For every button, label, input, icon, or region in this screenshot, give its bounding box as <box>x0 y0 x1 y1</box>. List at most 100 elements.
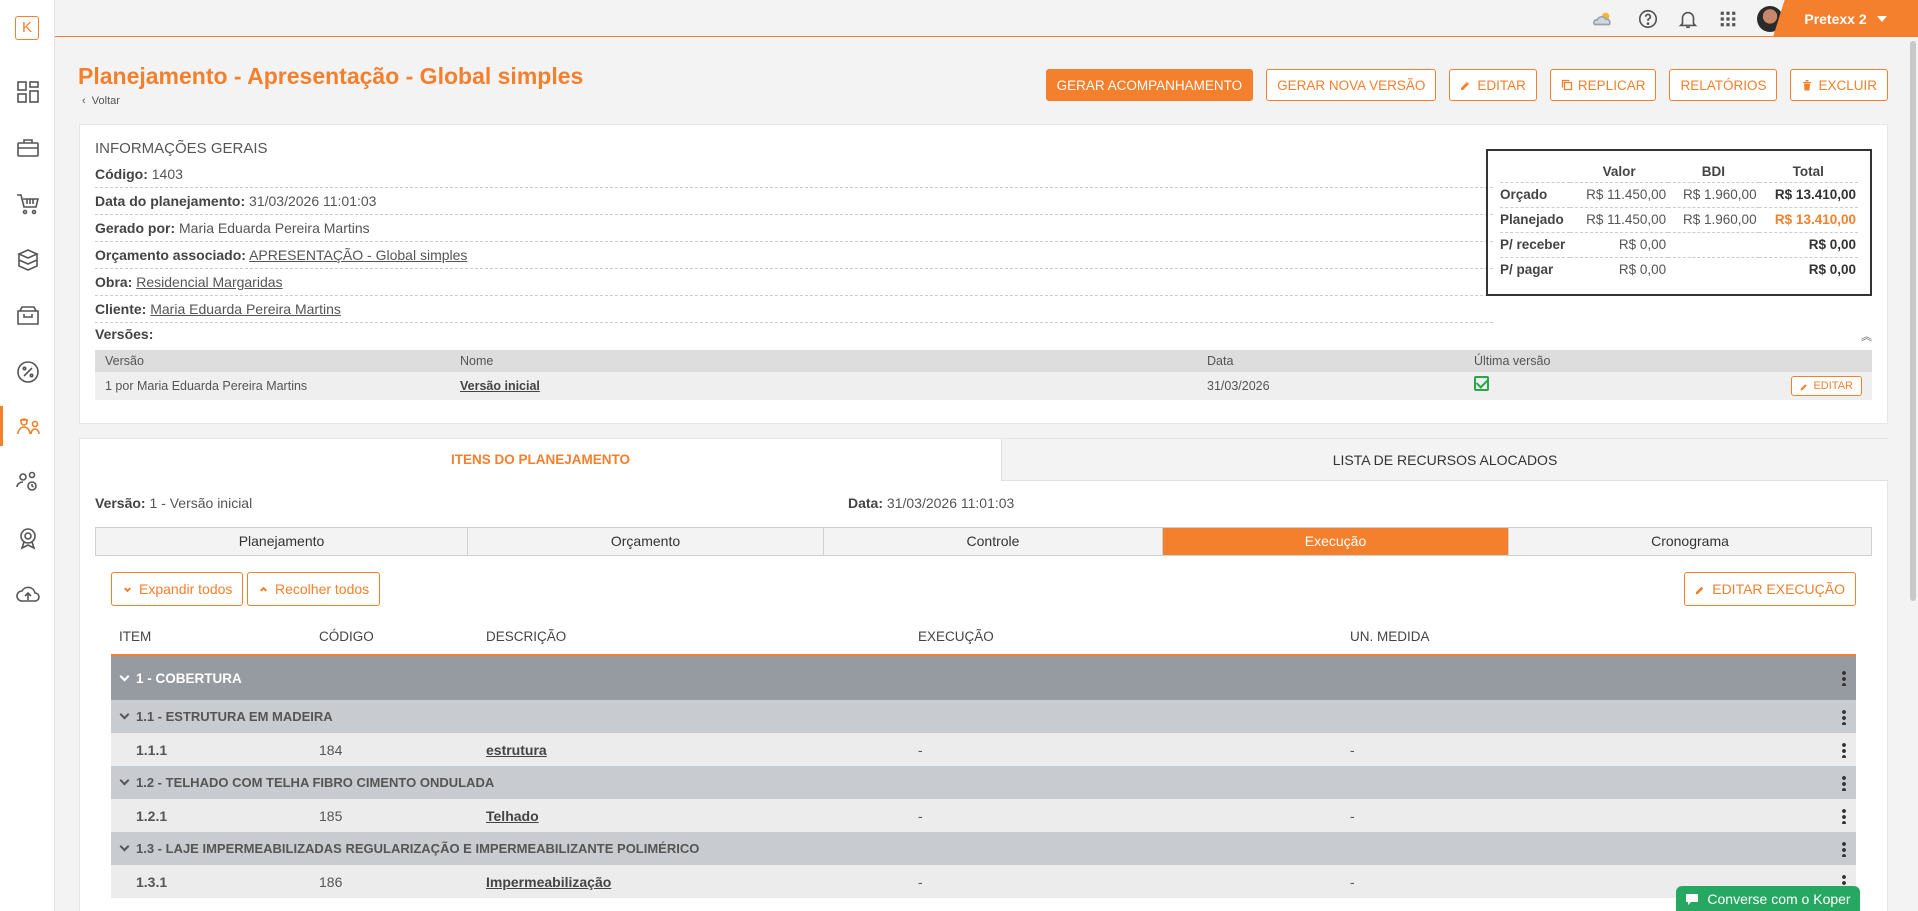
chevron-down-icon <box>124 586 131 592</box>
version-latest-cell: EDITAR <box>1464 372 1872 400</box>
summary-total: R$ 13.410,00 <box>1758 206 1858 232</box>
briefcase-icon[interactable] <box>0 128 55 168</box>
help-icon[interactable] <box>1637 8 1659 30</box>
edit-execution-button[interactable]: EDITAR EXECUÇÃO <box>1684 572 1856 606</box>
back-link[interactable]: ‹ Voltar <box>82 95 120 107</box>
chat-label: Converse com o Koper <box>1707 890 1851 907</box>
general-info-heading: INFORMAÇÕES GERAIS <box>95 140 268 157</box>
row-menu[interactable] <box>1782 733 1856 766</box>
item-description-link[interactable]: estrutura <box>486 742 547 758</box>
client-link[interactable]: Maria Eduarda Pereira Martins <box>150 301 341 317</box>
summary-value: R$ 0,00 <box>1570 256 1669 282</box>
summary-blank-header <box>1500 161 1570 182</box>
scrollbar[interactable] <box>1908 37 1918 911</box>
version-cell: 1 por Maria Eduarda Pereira Martins <box>95 372 450 400</box>
client-label: Cliente: <box>95 301 147 317</box>
generate-tracking-button[interactable]: GERAR ACOMPANHAMENTO <box>1045 69 1254 101</box>
kebab-menu-icon[interactable] <box>1842 708 1846 725</box>
summary-total: R$ 13.410,00 <box>1758 181 1858 207</box>
kebab-menu-icon[interactable] <box>1842 774 1846 791</box>
execution-items-table: ITEM CÓDIGO DESCRIÇÃO EXECUÇÃO UN. MEDID… <box>111 619 1856 898</box>
row-menu[interactable] <box>1782 655 1856 700</box>
row-menu[interactable] <box>1782 832 1856 865</box>
work-link[interactable]: Residencial Margaridas <box>136 274 282 290</box>
chevron-down-icon[interactable] <box>119 841 130 852</box>
pencil-icon <box>1801 383 1808 390</box>
folder-icon[interactable] <box>0 296 55 336</box>
row-menu[interactable] <box>1782 700 1856 733</box>
summary-label: Orçado <box>1500 181 1570 207</box>
budget-link[interactable]: APRESENTAÇÃO - Global simples <box>249 247 467 263</box>
cloud-upload-icon[interactable] <box>0 574 55 614</box>
scrollbar-thumb[interactable] <box>1910 41 1916 601</box>
reports-button[interactable]: RELATÓRIOS <box>1669 69 1778 101</box>
version-name-link[interactable]: Versão inicial <box>460 379 540 393</box>
budget-label: Orçamento associado: <box>95 247 246 263</box>
edit-label: EDITAR <box>1477 77 1526 93</box>
version-meta-value: 1 - Versão inicial <box>149 495 253 511</box>
subtab-controle[interactable]: Controle <box>824 528 1163 555</box>
people-search-icon[interactable] <box>0 462 55 502</box>
subtab-planejamento[interactable]: Planejamento <box>96 528 468 555</box>
tab-resources[interactable]: LISTA DE RECURSOS ALOCADOS <box>1002 439 1888 481</box>
weather-icon[interactable] <box>1585 8 1619 30</box>
subgroup-row[interactable]: 1.1 - ESTRUTURA EM MADEIRA <box>111 700 1856 733</box>
engineer-icon[interactable] <box>0 406 55 446</box>
topbar: Pretexx 2 <box>55 0 1918 37</box>
collapse-all-button[interactable]: Recolher todos <box>247 572 381 606</box>
chat-button[interactable]: Converse com o Koper <box>1676 886 1860 911</box>
col-execution: EXECUÇÃO <box>910 619 1342 656</box>
app-logo[interactable]: K <box>15 16 39 40</box>
item-description-link[interactable]: Telhado <box>486 808 539 824</box>
version-meta-label: Versão: <box>95 495 146 511</box>
kebab-menu-icon[interactable] <box>1842 840 1846 857</box>
new-version-button[interactable]: GERAR NOVA VERSÃO <box>1266 69 1437 101</box>
summary-row: P/ pagar R$ 0,00 R$ 0,00 <box>1500 256 1858 282</box>
item-row: 1.3.1 186 Impermeabilização - - <box>111 865 1856 898</box>
edit-button[interactable]: EDITAR <box>1449 69 1537 101</box>
expand-all-button[interactable]: Expandir todos <box>111 572 244 606</box>
boxes-icon[interactable] <box>0 240 55 280</box>
item-code: 184 <box>311 733 478 766</box>
cart-icon[interactable] <box>0 184 55 224</box>
chevron-up-icon <box>260 586 267 592</box>
financial-summary: Valor BDI Total Orçado R$ 11.450,00 R$ 1… <box>1486 149 1872 296</box>
replicate-button[interactable]: REPLICAR <box>1549 69 1657 101</box>
generated-by-label: Gerado por: <box>95 220 176 236</box>
group-row[interactable]: 1 - COBERTURA <box>111 655 1856 700</box>
award-icon[interactable] <box>0 518 55 558</box>
tab-items[interactable]: ITENS DO PLANEJAMENTO <box>80 439 1002 481</box>
col-latest: Última versão <box>1464 350 1872 372</box>
subgroup-row[interactable]: 1.2 - TELHADO COM TELHA FIBRO CIMENTO ON… <box>111 766 1856 799</box>
col-actions <box>1782 619 1856 656</box>
delete-button[interactable]: EXCLUIR <box>1790 69 1888 101</box>
kebab-menu-icon[interactable] <box>1842 670 1846 687</box>
subgroup-label: 1.3 - LAJE IMPERMEABILIZADAS REGULARIZAÇ… <box>136 841 700 856</box>
summary-total: R$ 0,00 <box>1758 256 1858 282</box>
version-edit-button[interactable]: EDITAR <box>1791 376 1862 396</box>
info-code: Código: 1403 <box>95 161 1493 188</box>
code-label: Código: <box>95 166 148 182</box>
version-date-cell: 31/03/2026 <box>1197 372 1464 400</box>
chevron-down-icon[interactable] <box>119 671 130 681</box>
bell-icon[interactable] <box>1677 8 1699 30</box>
chevron-down-icon[interactable] <box>119 709 130 720</box>
subtab-orcamento[interactable]: Orçamento <box>468 528 824 555</box>
item-number: 1.2.1 <box>111 799 311 832</box>
item-description-link[interactable]: Impermeabilização <box>486 874 611 890</box>
subtabs: Planejamento Orçamento Controle Execução… <box>95 527 1872 556</box>
apps-grid-icon[interactable] <box>1717 8 1739 30</box>
subgroup-row[interactable]: 1.3 - LAJE IMPERMEABILIZADAS REGULARIZAÇ… <box>111 832 1856 865</box>
chevron-double-up-icon[interactable]: ︽ <box>1861 328 1872 344</box>
dashboard-icon[interactable] <box>0 72 55 112</box>
subtab-execucao[interactable]: Execução <box>1163 528 1509 555</box>
percent-icon[interactable] <box>0 352 55 392</box>
chevron-down-icon[interactable] <box>119 775 130 786</box>
subtab-cronograma[interactable]: Cronograma <box>1509 528 1871 555</box>
user-menu-button[interactable]: Pretexx 2 <box>1773 0 1918 37</box>
row-menu[interactable] <box>1782 766 1856 799</box>
date-meta-value: 31/03/2026 11:01:03 <box>886 495 1015 511</box>
kebab-menu-icon[interactable] <box>1842 742 1846 759</box>
kebab-menu-icon[interactable] <box>1842 808 1846 825</box>
row-menu[interactable] <box>1782 799 1856 832</box>
